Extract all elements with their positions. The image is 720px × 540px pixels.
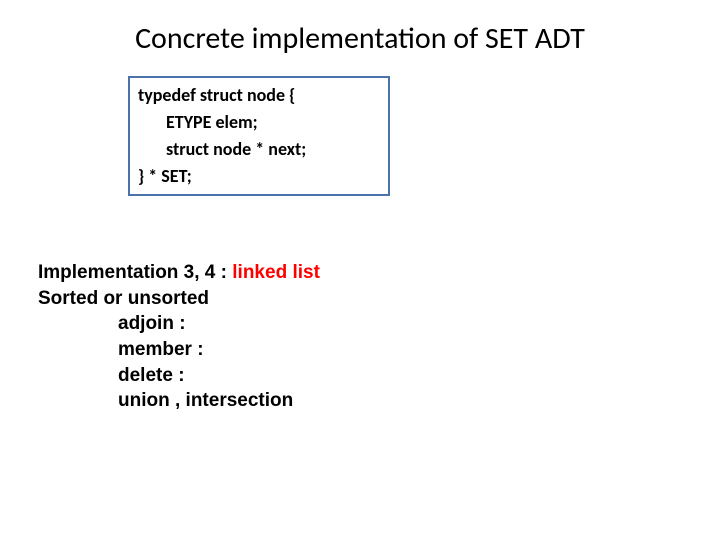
implementation-linked-list: linked list xyxy=(232,262,320,283)
code-line-3: struct node * next; xyxy=(138,136,380,163)
code-line-1: typedef struct node { xyxy=(138,82,380,109)
code-box: typedef struct node { ETYPE elem; struct… xyxy=(128,76,390,196)
adjoin-line: adjoin : xyxy=(38,311,320,337)
delete-line: delete : xyxy=(38,363,320,389)
code-line-2: ETYPE elem; xyxy=(138,109,380,136)
code-line-4: } * SET; xyxy=(138,163,380,190)
union-line: union , intersection xyxy=(38,388,320,414)
implementation-line: Implementation 3, 4 : linked list xyxy=(38,260,320,286)
slide: Concrete implementation of SET ADT typed… xyxy=(0,0,720,540)
body-text: Implementation 3, 4 : linked list Sorted… xyxy=(38,260,320,414)
sorted-line: Sorted or unsorted xyxy=(38,286,320,312)
member-line: member : xyxy=(38,337,320,363)
implementation-prefix: Implementation 3, 4 : xyxy=(38,262,232,283)
page-title: Concrete implementation of SET ADT xyxy=(0,20,720,57)
